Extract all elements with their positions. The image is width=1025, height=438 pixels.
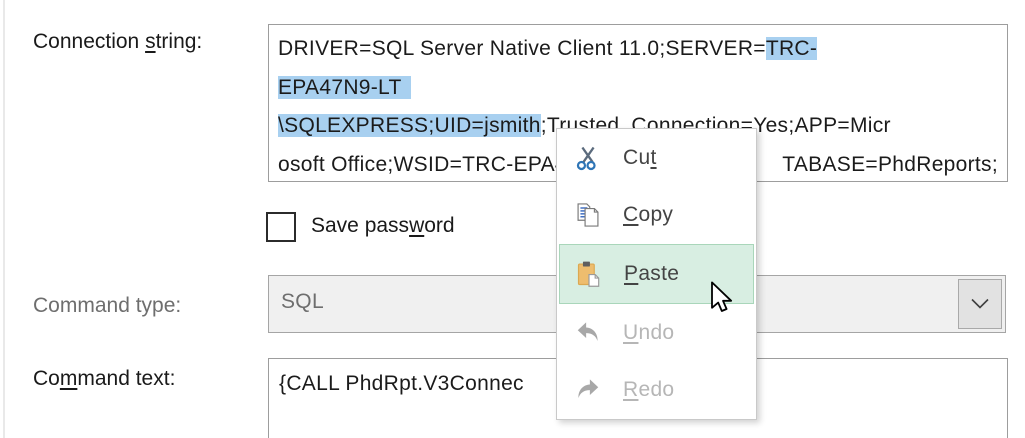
menu-item-label: Redo xyxy=(623,378,675,402)
paste-clipboard-icon xyxy=(574,259,604,289)
menu-item-label: Cut xyxy=(623,145,657,169)
undo-arrow-icon xyxy=(573,318,603,348)
mouse-cursor xyxy=(711,281,733,312)
save-password-label[interactable]: Save password xyxy=(311,214,455,238)
menu-item-redo: Redo xyxy=(557,362,756,419)
command-type-value: SQL xyxy=(281,290,324,313)
connection-text: TABASE=PhdReports; xyxy=(782,152,998,176)
connection-string-line: EPA47N9-LT xyxy=(278,69,998,108)
menu-item-cut[interactable]: Cut xyxy=(557,129,756,186)
command-text-label: Command text: xyxy=(33,367,176,390)
menu-item-label: Paste xyxy=(624,262,680,285)
connection-properties-panel: Connection string: DRIVER=SQL Server Nat… xyxy=(0,0,1025,438)
context-menu: Cut Copy Paste Undo Redo xyxy=(556,128,757,420)
selected-text: \SQLEXPRESS;UID=jsmith xyxy=(278,114,541,137)
copy-pages-icon xyxy=(573,200,603,230)
selected-text: EPA47N9-LT xyxy=(278,75,411,99)
connection-text: DRIVER=SQL Server Native Client 11.0;SER… xyxy=(278,37,766,60)
dialog-edge-line xyxy=(3,0,5,438)
menu-item-label: Undo xyxy=(623,321,675,345)
command-type-label: Command type: xyxy=(33,294,182,317)
connection-string-label: Connection string: xyxy=(33,30,203,53)
menu-item-label: Copy xyxy=(623,202,674,226)
save-password-checkbox[interactable] xyxy=(266,212,296,242)
menu-item-copy[interactable]: Copy xyxy=(557,186,756,243)
scissors-icon xyxy=(573,143,603,173)
command-text-value: {CALL PhdRpt.V3Connec xyxy=(279,372,524,395)
menu-item-undo: Undo xyxy=(557,305,756,362)
selected-text: TRC- xyxy=(765,37,818,60)
redo-arrow-icon xyxy=(573,375,603,405)
chevron-down-icon xyxy=(958,279,1002,329)
connection-string-line: DRIVER=SQL Server Native Client 11.0;SER… xyxy=(278,30,998,69)
